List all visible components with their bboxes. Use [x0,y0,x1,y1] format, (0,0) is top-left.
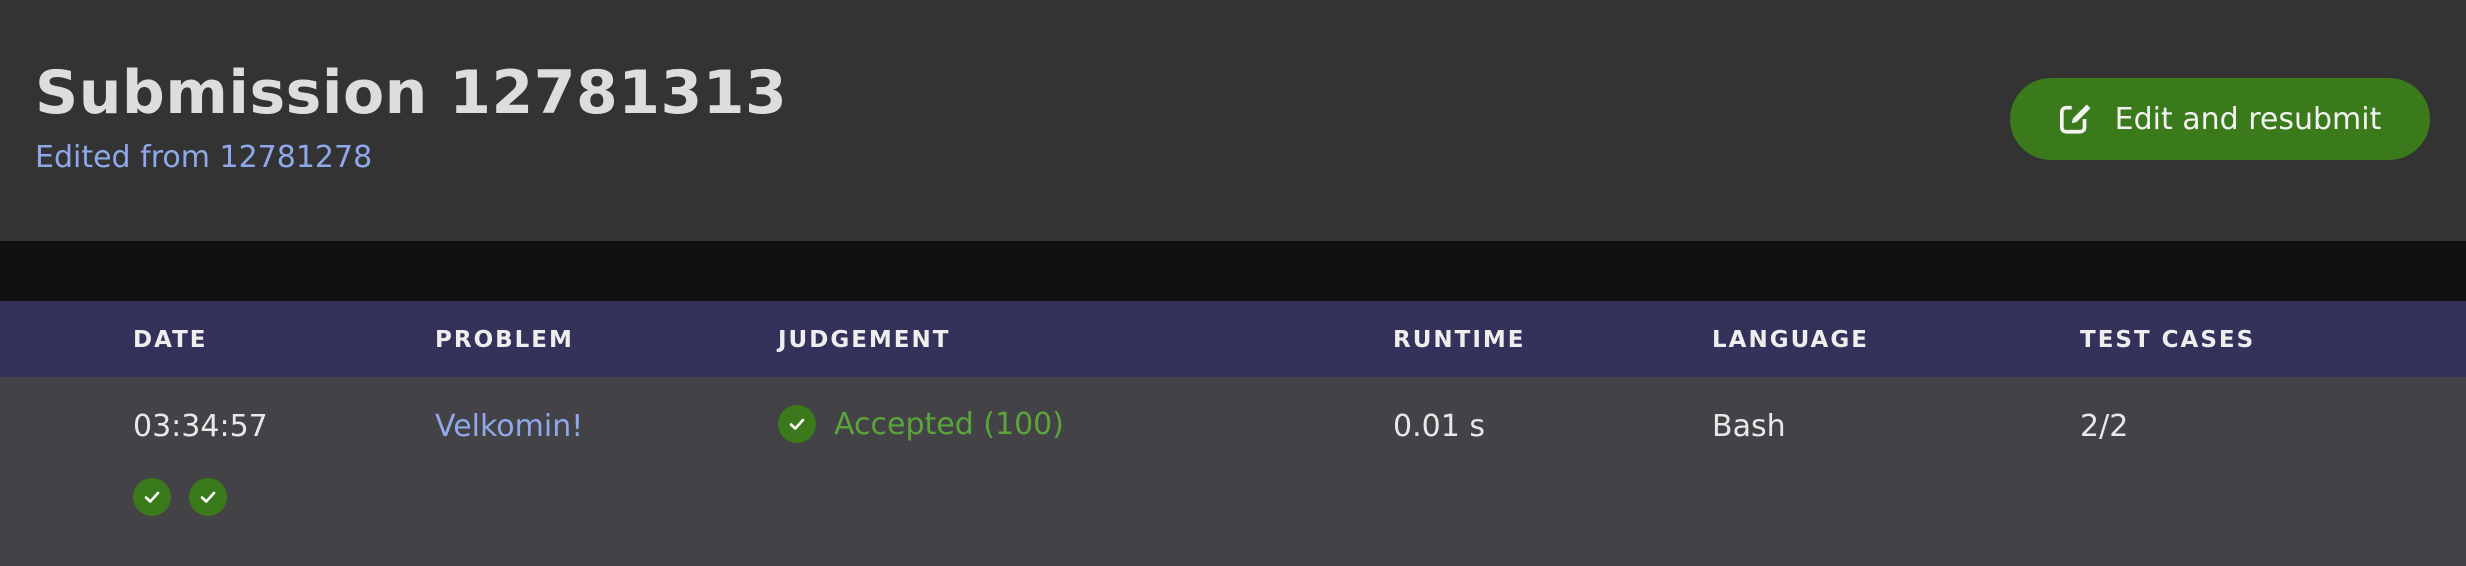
column-header-runtime: RUNTIME [1393,327,1526,353]
column-header-test-cases: TEST CASES [2080,327,2256,353]
edit-icon [2059,102,2093,136]
page-title: Submission 12781313 [35,58,788,128]
column-header-problem: PROBLEM [435,327,574,353]
language-value: Bash [1712,409,1786,444]
submission-table: DATE PROBLEM JUDGEMENT RUNTIME LANGUAGE … [0,301,2466,566]
parent-submission-link[interactable]: 12781278 [220,140,373,175]
check-circle-icon [133,478,171,516]
table-row: 03:34:57 Velkomin! Accepted (100) 0.01 s… [0,377,2466,566]
submission-date: 03:34:57 [133,409,268,444]
separator-band [0,241,2466,301]
edited-from-label: Edited from [35,140,210,175]
column-header-judgement: JUDGEMENT [778,327,951,353]
table-header: DATE PROBLEM JUDGEMENT RUNTIME LANGUAGE … [0,301,2466,377]
edit-and-resubmit-button[interactable]: Edit and resubmit [2010,78,2430,160]
column-header-date: DATE [133,327,208,353]
judgement-text: Accepted (100) [834,406,1064,442]
column-header-language: LANGUAGE [1712,327,1869,353]
runtime-value: 0.01 s [1393,409,1485,444]
test-cases-value: 2/2 [2080,409,2129,444]
judgement-status: Accepted (100) [778,405,1064,443]
submission-header: Submission 12781313 Edited from 12781278… [0,0,2466,241]
test-case-results [133,478,227,516]
problem-link[interactable]: Velkomin! [435,409,583,444]
edit-and-resubmit-label: Edit and resubmit [2114,101,2382,137]
edited-from: Edited from 12781278 [35,140,372,175]
check-circle-icon [189,478,227,516]
check-circle-icon [778,405,816,443]
